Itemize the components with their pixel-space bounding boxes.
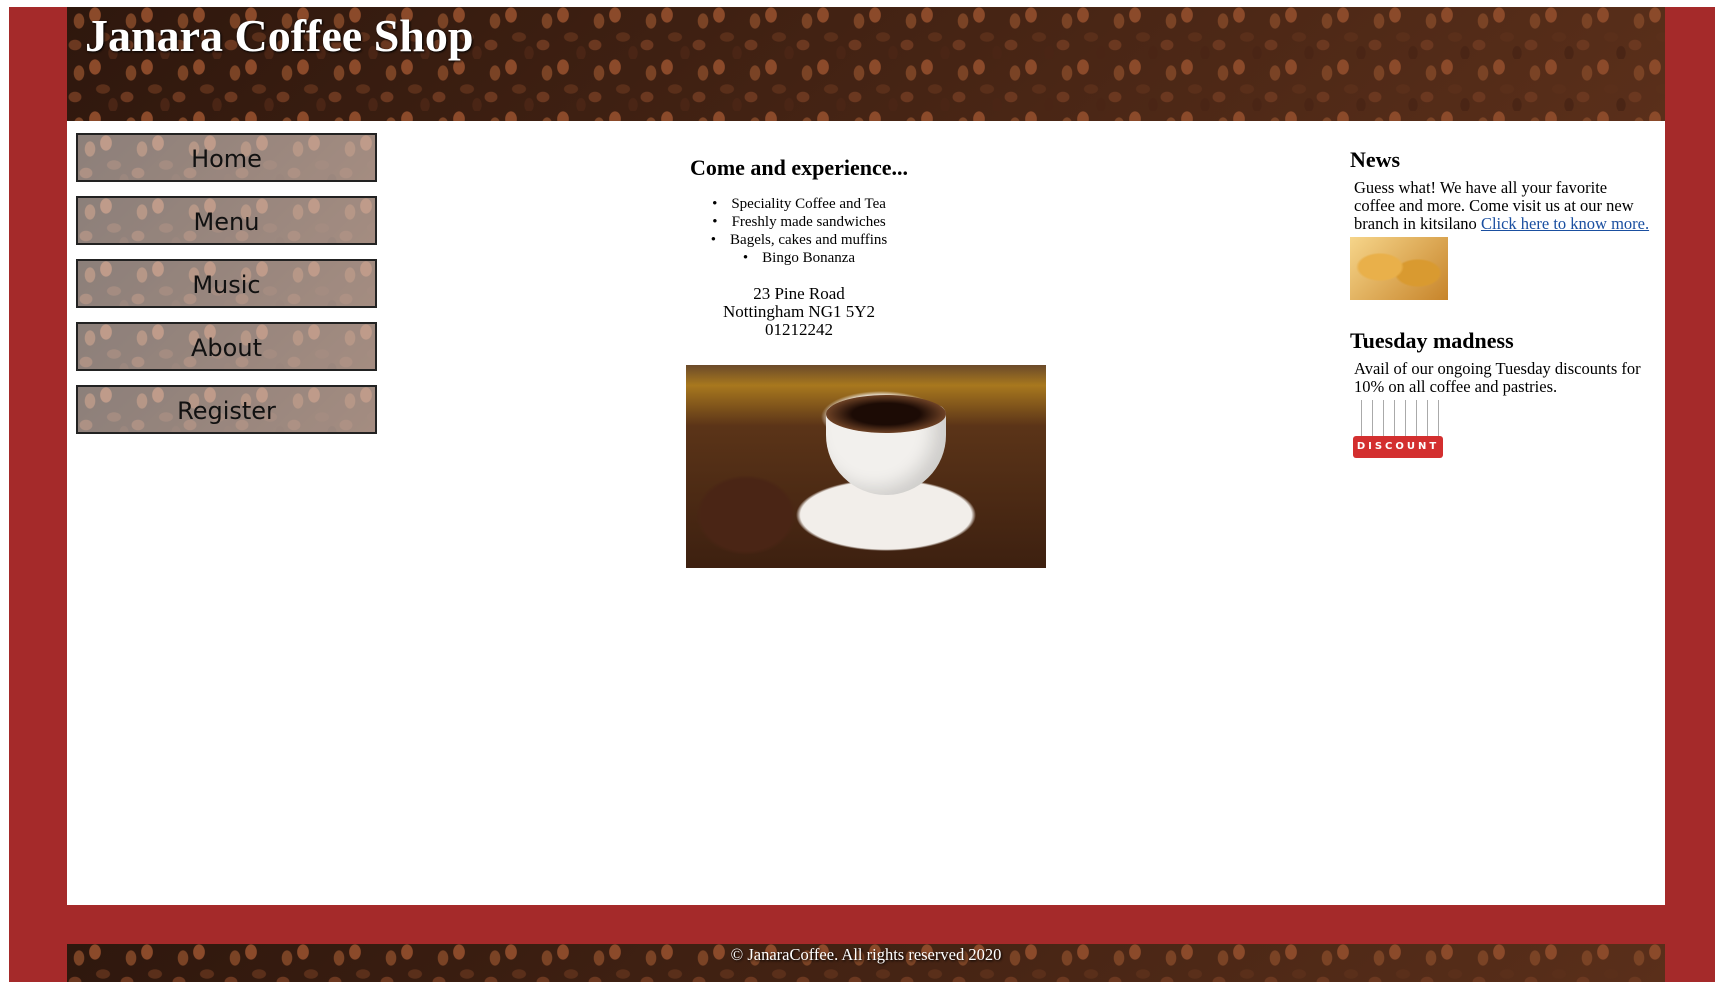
nav-about-label: About [191,334,262,362]
nav-home-label: Home [191,145,262,173]
coffee-cup-image [686,365,1046,568]
address-block: 23 Pine Road Nottingham NG1 5Y2 01212242 [619,285,979,339]
feature-item: Freshly made sandwiches [619,213,979,231]
nav-menu-button[interactable]: Menu [76,196,377,245]
discount-image: DISCOUNT [1353,400,1443,458]
nav-menu-label: Menu [193,208,260,236]
site-footer: © JanaraCoffee. All rights reserved 2020 [67,944,1665,982]
promo-text: Avail of our ongoing Tuesday discounts f… [1354,359,1641,396]
footer-copyright: © JanaraCoffee. All rights reserved 2020 [730,945,1002,964]
nav-music-label: Music [192,271,261,299]
nav-about-button[interactable]: About [76,322,377,371]
address-street: 23 Pine Road [753,284,845,303]
news-text: Guess what! We have all your favorite co… [1354,179,1650,233]
news-link[interactable]: Click here to know more. [1481,214,1649,233]
cup-coffee-shape [826,395,946,433]
news-heading: News [1350,147,1401,172]
news-sidebar: News Guess what! We have all your favori… [1350,147,1650,486]
nav-register-button[interactable]: Register [76,385,377,434]
address-city: Nottingham NG1 5Y2 [722,302,876,321]
site-title: Janara Coffee Shop [85,10,474,61]
feature-item: Bagels, cakes and muffins [619,231,979,249]
discount-tag: DISCOUNT [1353,436,1443,458]
promo-heading: Tuesday madness [1350,328,1514,353]
news-block: News Guess what! We have all your favori… [1350,147,1650,300]
content-area: Home Menu Music About Register Come and … [67,121,1665,905]
main-nav: Home Menu Music About Register [76,133,377,448]
main-section: Come and experience... Speciality Coffee… [619,155,979,339]
feature-item: Speciality Coffee and Tea [619,195,979,213]
address-phone: 01212242 [765,320,833,339]
pastry-image [1350,237,1448,300]
main-heading: Come and experience... [689,155,909,180]
feature-item: Bingo Bonanza [619,249,979,267]
features-list: Speciality Coffee and Tea Freshly made s… [619,195,979,267]
nav-home-button[interactable]: Home [76,133,377,182]
promo-block: Tuesday madness Avail of our ongoing Tue… [1350,328,1650,458]
site-header: Janara Coffee Shop [67,7,1665,121]
nav-music-button[interactable]: Music [76,259,377,308]
nav-register-label: Register [177,397,276,425]
